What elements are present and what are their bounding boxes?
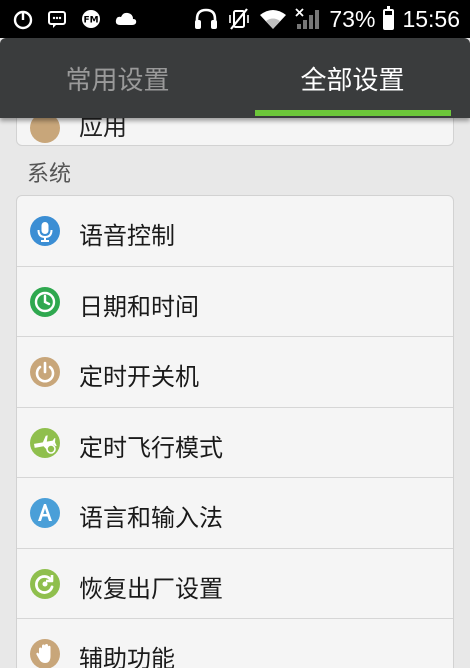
system-settings-card: 语音控制 日期和时间 定时开关机 定时飞行模式 语言和输入法 恢复出厂设置 辅助…	[16, 195, 454, 668]
tab-label: 常用设置	[65, 65, 170, 96]
list-item-accessibility[interactable]: 辅助功能	[17, 619, 453, 668]
list-item-label: 定时开关机	[79, 363, 199, 391]
cloud-icon	[114, 10, 138, 28]
status-bar: FM 73% 15:56	[0, 0, 470, 38]
section-header-system: 系统	[27, 162, 72, 187]
settings-list[interactable]: 应用 系统 语音控制 日期和时间 定时开关机 定时飞行模式 语言和输入法 恢复出…	[0, 118, 470, 668]
settings-tab-bar: 常用设置 全部设置	[0, 38, 470, 118]
fm-radio-icon: FM	[80, 8, 102, 30]
active-tab-indicator	[255, 110, 451, 116]
list-item-apps[interactable]: 应用	[16, 118, 454, 146]
factory-reset-icon	[29, 568, 61, 600]
battery-icon	[383, 5, 395, 30]
list-item-factory-reset[interactable]: 恢复出厂设置	[17, 549, 453, 619]
vibrate-off-icon	[227, 7, 251, 31]
language-icon	[29, 497, 61, 529]
power-icon	[29, 356, 61, 388]
list-item-label: 应用	[79, 118, 127, 141]
svg-text:FM: FM	[83, 16, 98, 26]
airplane-clock-icon	[29, 427, 61, 459]
status-bar-notifications: FM	[12, 0, 138, 38]
signal-icon	[295, 8, 321, 30]
wifi-icon	[259, 8, 287, 30]
netease-icon	[12, 8, 34, 30]
list-item-scheduled-power[interactable]: 定时开关机	[17, 337, 453, 408]
clock-icon	[29, 286, 61, 318]
microphone-icon	[29, 215, 61, 247]
clock-time: 15:56	[402, 5, 460, 32]
list-item-voice-control[interactable]: 语音控制	[17, 196, 453, 267]
list-item-label: 恢复出厂设置	[79, 574, 223, 603]
status-bar-system: 73% 15:56	[193, 0, 460, 38]
list-item-scheduled-airplane[interactable]: 定时飞行模式	[17, 408, 453, 478]
list-item-date-time[interactable]: 日期和时间	[17, 267, 453, 337]
battery-percent: 73%	[329, 5, 376, 32]
battery-level	[385, 15, 393, 28]
list-item-label: 日期和时间	[79, 292, 199, 321]
list-item-label: 语言和输入法	[79, 504, 223, 532]
tab-all-settings[interactable]: 全部设置	[235, 38, 470, 118]
list-item-label: 辅助功能	[79, 645, 175, 668]
hand-icon	[29, 638, 61, 668]
list-item-label: 语音控制	[79, 222, 175, 250]
apps-icon	[30, 118, 60, 143]
list-item-label: 定时飞行模式	[79, 433, 223, 462]
tab-common-settings[interactable]: 常用设置	[0, 38, 235, 118]
list-item-language-input[interactable]: 语言和输入法	[17, 478, 453, 549]
message-icon	[46, 8, 68, 30]
headset-icon	[193, 7, 219, 31]
tab-label: 全部设置	[300, 65, 405, 96]
